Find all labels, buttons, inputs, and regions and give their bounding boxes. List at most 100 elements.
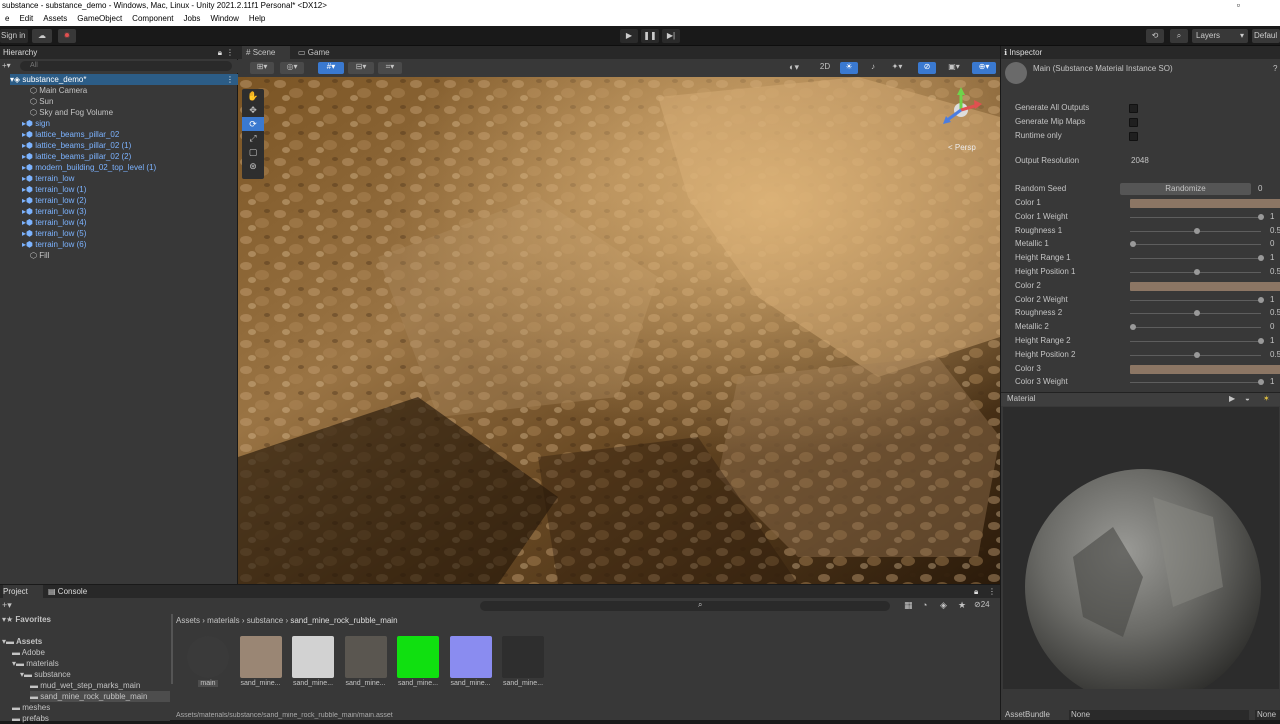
preview-play-icon[interactable]: ▶ bbox=[1229, 394, 1235, 403]
add-icon[interactable]: +▾ bbox=[2, 61, 11, 70]
slider-handle[interactable] bbox=[1194, 227, 1200, 234]
asset-label[interactable]: sand_mine... bbox=[444, 680, 498, 687]
gizmos-dropdown-icon[interactable]: ⊕▾ bbox=[972, 62, 996, 74]
signin-button[interactable]: Sign in bbox=[0, 29, 28, 43]
hierarchy-search-input[interactable]: All bbox=[20, 61, 232, 71]
layout-dropdown[interactable]: Defaul bbox=[1252, 29, 1280, 43]
hierarchy-item[interactable]: ⬡ Main Camera bbox=[30, 85, 87, 96]
param-slider[interactable] bbox=[1130, 296, 1264, 303]
project-tree-item[interactable]: ▬ meshes bbox=[12, 702, 50, 713]
project-tree-item[interactable]: ▬ prefabs bbox=[12, 713, 49, 724]
hierarchy-item[interactable]: ▸⬢ terrain_low (2) bbox=[22, 195, 86, 206]
lighting-toggle-icon[interactable]: ☀ bbox=[840, 62, 858, 74]
project-tree-item[interactable]: ▾▬ Assets bbox=[2, 636, 42, 647]
param-value[interactable]: 0.5 bbox=[1270, 307, 1280, 319]
hierarchy-tab[interactable]: Hierarchy 🔒︎ ⋮ bbox=[0, 46, 238, 59]
param-slider[interactable] bbox=[1130, 379, 1264, 386]
menu-window[interactable]: Window bbox=[205, 12, 243, 26]
param-slider[interactable] bbox=[1130, 310, 1261, 317]
project-tree-item[interactable]: ▬ Adobe bbox=[12, 647, 45, 658]
tag-icon[interactable]: ◈ bbox=[940, 600, 947, 611]
tree-scrollbar[interactable] bbox=[171, 614, 173, 684]
visible-count[interactable]: ⊘24 bbox=[974, 600, 990, 609]
slider-handle[interactable] bbox=[1258, 213, 1264, 220]
asset-label[interactable]: sand_mine... bbox=[391, 680, 445, 687]
param-slider[interactable] bbox=[1130, 213, 1264, 220]
scale-tool-icon[interactable]: ⤢ bbox=[242, 131, 264, 145]
asset-thumbnail[interactable] bbox=[292, 636, 334, 678]
scene-viewport[interactable]: ✋ ✥ ⟳ ⤢ ▢ ⊛ < Persp bbox=[238, 77, 1000, 584]
menu-help[interactable]: Help bbox=[244, 12, 270, 26]
asset-label[interactable]: sand_mine... bbox=[339, 680, 393, 687]
breadcrumb-item-materials[interactable]: materials bbox=[207, 616, 239, 625]
param-value[interactable]: 0.5 bbox=[1270, 225, 1280, 237]
move-tool-icon[interactable]: ✥ bbox=[242, 103, 264, 117]
hierarchy-item[interactable]: ▸⬢ terrain_low (6) bbox=[22, 239, 86, 250]
hierarchy-item[interactable]: ▸⬢ terrain_low (3) bbox=[22, 206, 86, 217]
project-tree-item[interactable]: ▬ mud_wet_step_marks_main bbox=[30, 680, 140, 691]
rect-tool-icon[interactable]: ▢ bbox=[242, 145, 264, 159]
param-slider[interactable] bbox=[1130, 255, 1264, 262]
favorites-folder[interactable]: ▾★ Favorites bbox=[2, 614, 51, 625]
hierarchy-item[interactable]: ▸⬢ terrain_low bbox=[22, 173, 74, 184]
effects-dropdown-icon[interactable]: ✦▾ bbox=[886, 62, 908, 74]
generate-mip-maps-checkbox[interactable] bbox=[1129, 118, 1138, 127]
hierarchy-item[interactable]: ▸⬢ terrain_low (4) bbox=[22, 217, 86, 228]
lock-icon[interactable]: 🔒︎ bbox=[218, 46, 222, 59]
snap-increment-dropdown[interactable]: ⊟▾ bbox=[348, 62, 374, 74]
history-icon[interactable]: ⟲ bbox=[1146, 29, 1164, 43]
hierarchy-item[interactable]: ▸⬢ terrain_low (5) bbox=[22, 228, 86, 239]
audio-toggle-icon[interactable]: ♪ bbox=[864, 62, 882, 74]
collab-icon[interactable]: ✹ bbox=[58, 29, 76, 43]
asset-thumbnail[interactable] bbox=[239, 636, 282, 678]
param-slider[interactable] bbox=[1130, 241, 1261, 248]
hierarchy-item[interactable]: ▸⬢ sign bbox=[22, 118, 50, 129]
asset-thumbnail[interactable] bbox=[344, 636, 387, 678]
grid-toggle-dropdown[interactable]: ⌗▾ bbox=[378, 62, 402, 74]
slider-handle[interactable] bbox=[1258, 379, 1264, 386]
help-icon[interactable]: ? bbox=[1273, 64, 1277, 73]
hierarchy-item[interactable]: ⬡ Sky and Fog Volume bbox=[30, 107, 113, 118]
project-tree-item[interactable]: ▾▬ materials bbox=[12, 658, 59, 669]
menu-assets[interactable]: Assets bbox=[38, 12, 72, 26]
randomize-button[interactable]: Randomize bbox=[1120, 183, 1251, 195]
param-value[interactable]: 0.5 bbox=[1270, 266, 1280, 278]
window-controls[interactable]: ▫ bbox=[1220, 0, 1280, 12]
project-tree-item[interactable]: ▾▬ substance bbox=[20, 669, 71, 680]
param-value[interactable]: 1 bbox=[1270, 376, 1274, 388]
color-field[interactable] bbox=[1130, 281, 1280, 291]
menu-component[interactable]: Component bbox=[127, 12, 178, 26]
cloud-icon[interactable]: ☁ bbox=[32, 29, 52, 43]
param-value[interactable]: 0 bbox=[1270, 321, 1274, 333]
asset-label[interactable]: sand_mine... bbox=[234, 680, 288, 687]
assetbundle-variant-dropdown[interactable]: None bbox=[1255, 710, 1280, 720]
hierarchy-item[interactable]: ▸⬢ lattice_beams_pillar_02 bbox=[22, 129, 119, 140]
param-value[interactable]: 0.5 bbox=[1270, 349, 1280, 361]
hidden-objects-icon[interactable]: ⊘ bbox=[918, 62, 936, 74]
draw-mode-icon[interactable]: ◐▾ bbox=[784, 62, 804, 74]
scene-more-icon[interactable]: ⋮ bbox=[226, 74, 234, 85]
preview-light-icon[interactable]: ✶ bbox=[1263, 394, 1270, 403]
random-seed-value[interactable]: 0 bbox=[1258, 183, 1262, 195]
camera-dropdown-icon[interactable]: ▣▾ bbox=[942, 62, 966, 74]
grid-snap-button[interactable]: #▾ bbox=[318, 62, 344, 74]
hierarchy-item[interactable]: ▸⬢ lattice_beams_pillar_02 (2) bbox=[22, 151, 131, 162]
project-lock-icon[interactable]: 🔒︎ bbox=[974, 585, 978, 598]
asset-thumbnail[interactable] bbox=[502, 636, 544, 678]
slider-handle[interactable] bbox=[1130, 324, 1136, 331]
asset-thumbnail[interactable] bbox=[187, 636, 229, 678]
play-button[interactable]: ▶ bbox=[620, 29, 638, 43]
runtime-only-checkbox[interactable] bbox=[1129, 132, 1138, 141]
param-value[interactable]: 1 bbox=[1270, 335, 1274, 347]
slider-handle[interactable] bbox=[1194, 310, 1200, 317]
label-filter-icon[interactable]: ◔ bbox=[922, 600, 927, 610]
global-dropdown[interactable]: ◎▾ bbox=[280, 62, 304, 74]
param-slider[interactable] bbox=[1130, 227, 1261, 234]
menu-jobs[interactable]: Jobs bbox=[179, 12, 206, 26]
asset-label[interactable]: main bbox=[198, 680, 218, 687]
hierarchy-item[interactable]: ⬡ Fill bbox=[30, 250, 49, 261]
param-slider[interactable] bbox=[1130, 338, 1264, 344]
hierarchy-item[interactable]: ▸⬢ modern_building_02_top_level (1) bbox=[22, 162, 156, 173]
material-preview[interactable] bbox=[1003, 407, 1279, 705]
param-slider[interactable] bbox=[1130, 269, 1261, 275]
